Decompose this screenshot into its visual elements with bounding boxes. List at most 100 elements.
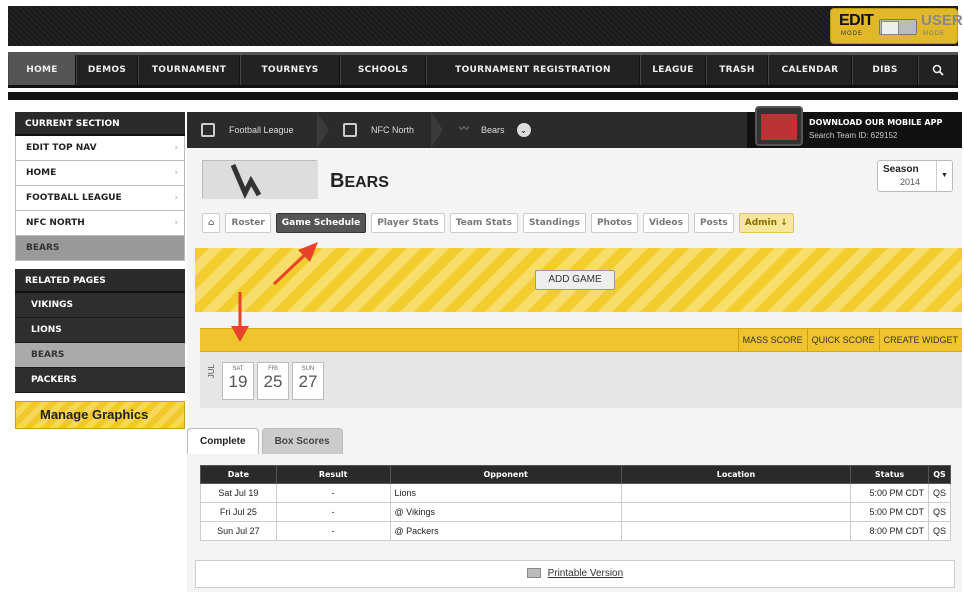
manage-graphics-button[interactable]: Manage Graphics xyxy=(15,401,185,429)
cell-opponent[interactable]: @ Packers xyxy=(389,521,622,541)
annotation-arrow-icon xyxy=(272,242,318,286)
cell-location xyxy=(620,521,852,541)
quick-score-button[interactable]: QUICK SCORE xyxy=(806,329,879,351)
cell-result: - xyxy=(275,502,391,522)
col-result[interactable]: Result xyxy=(275,465,391,484)
related-item-vikings[interactable]: VIKINGS xyxy=(15,293,185,318)
top-bar: EDIT MODE USER MODE xyxy=(8,6,963,46)
nav-shadow xyxy=(8,92,958,100)
crumb-league[interactable]: Football League xyxy=(201,112,294,148)
current-section-heading: CURRENT SECTION xyxy=(15,112,185,136)
tab-team-stats[interactable]: Team Stats xyxy=(449,213,518,233)
nav-item-schools[interactable]: SCHOOLS xyxy=(340,55,426,85)
breadcrumb: Football League NFC North 〰 Bears ⌄ DOWN… xyxy=(187,106,962,148)
nav-item-tournament-registration[interactable]: TOURNAMENT REGISTRATION xyxy=(426,55,640,85)
cell-date: Fri Jul 25 xyxy=(200,502,277,522)
tab-videos[interactable]: Videos xyxy=(642,213,689,233)
team-tabs: ⌂ Roster Game Schedule Player Stats Team… xyxy=(202,213,794,233)
cell-opponent[interactable]: @ Vikings xyxy=(389,502,622,522)
nav-item-demos[interactable]: DEMOS xyxy=(76,55,138,85)
sidebar-item-home[interactable]: HOME xyxy=(15,161,185,186)
sidebar-item-football-league[interactable]: FOOTBALL LEAGUE xyxy=(15,186,185,211)
season-select[interactable]: Season 2014 ▼ xyxy=(877,160,953,192)
chevron-down-icon: ▼ xyxy=(936,161,952,191)
date-chip[interactable]: SUN 27 xyxy=(292,362,324,400)
related-item-packers[interactable]: PACKERS xyxy=(15,368,185,393)
page-title: BEARS xyxy=(330,170,389,193)
date-strip: JUL SAT 19 FRI 25 SUN 27 xyxy=(200,352,962,408)
schedule-subtabs: Complete Box Scores xyxy=(187,428,346,454)
search-icon[interactable] xyxy=(918,55,958,85)
nav-item-home[interactable]: HOME xyxy=(8,55,76,85)
nav-item-tournament[interactable]: TOURNAMENT xyxy=(138,55,240,85)
printable-version-link[interactable]: Printable Version xyxy=(548,568,624,579)
nav-item-dibs[interactable]: DIBS xyxy=(852,55,918,85)
nav-item-league[interactable]: LEAGUE xyxy=(640,55,706,85)
col-qs[interactable]: QS xyxy=(927,465,952,484)
tab-photos[interactable]: Photos xyxy=(590,213,638,233)
create-widget-button[interactable]: CREATE WIDGET xyxy=(878,329,962,351)
crumb-division[interactable]: NFC North xyxy=(343,112,414,148)
col-date[interactable]: Date xyxy=(200,465,277,484)
page-title-rest: EARS xyxy=(344,174,389,191)
tab-home[interactable]: ⌂ xyxy=(202,213,221,233)
cell-qs[interactable]: QS xyxy=(927,502,952,522)
cell-result: - xyxy=(275,483,391,503)
col-status[interactable]: Status xyxy=(850,465,929,484)
nav-item-trash[interactable]: TRASH xyxy=(706,55,768,85)
cell-location xyxy=(620,502,852,522)
related-item-lions[interactable]: LIONS xyxy=(15,318,185,343)
tab-box-scores[interactable]: Box Scores xyxy=(261,428,343,454)
table-row[interactable]: Fri Jul 25 - @ Vikings 5:00 PM CDT QS xyxy=(200,502,952,522)
cell-date: Sun Jul 27 xyxy=(200,521,277,541)
crumb-separator xyxy=(317,112,329,148)
col-opponent[interactable]: Opponent xyxy=(389,465,622,484)
cell-status: 5:00 PM CDT xyxy=(850,483,929,503)
tab-standings[interactable]: Standings xyxy=(522,213,586,233)
tab-game-schedule[interactable]: Game Schedule xyxy=(275,213,367,233)
crumb-team[interactable]: 〰 Bears ⌄ xyxy=(459,112,531,148)
day-number: 25 xyxy=(263,372,283,391)
related-item-bears[interactable]: BEARS xyxy=(15,343,185,368)
edit-mode-toggle[interactable]: EDIT MODE USER MODE xyxy=(830,8,963,44)
tab-complete[interactable]: Complete xyxy=(187,428,259,454)
tab-roster[interactable]: Roster xyxy=(225,213,271,233)
col-location[interactable]: Location xyxy=(620,465,852,484)
shield-icon xyxy=(343,123,357,137)
sidebar-item-edit-top-nav[interactable]: EDIT TOP NAV xyxy=(15,136,185,161)
sidebar-item-bears[interactable]: BEARS xyxy=(15,236,185,261)
toggle-switch[interactable] xyxy=(879,19,917,35)
date-chip[interactable]: FRI 25 xyxy=(257,362,289,400)
cell-qs[interactable]: QS xyxy=(927,483,952,503)
cell-opponent[interactable]: Lions xyxy=(389,483,622,503)
date-chip[interactable]: SAT 19 xyxy=(222,362,254,400)
cell-qs[interactable]: QS xyxy=(927,521,952,541)
chevron-down-icon[interactable]: ⌄ xyxy=(516,123,531,137)
sidebar-item-nfc-north[interactable]: NFC NORTH xyxy=(15,211,185,236)
home-icon: ⌂ xyxy=(208,218,215,228)
page-title-initial: B xyxy=(330,170,345,192)
add-game-button[interactable]: ADD GAME xyxy=(535,270,615,290)
phone-icon xyxy=(755,106,803,146)
team-logo-icon: 〰 xyxy=(459,124,469,135)
nav-item-tourneys[interactable]: TOURNEYS xyxy=(240,55,340,85)
tab-player-stats[interactable]: Player Stats xyxy=(371,213,445,233)
content-panel: BEARS Season 2014 ▼ ⌂ Roster Game Schedu… xyxy=(187,148,962,592)
crumb-division-label: NFC North xyxy=(371,125,415,135)
cell-location xyxy=(620,483,852,503)
nav-item-calendar[interactable]: CALENDAR xyxy=(768,55,852,85)
day-number: 27 xyxy=(298,372,318,391)
tab-posts[interactable]: Posts xyxy=(693,213,734,233)
table-row[interactable]: Sat Jul 19 - Lions 5:00 PM CDT QS xyxy=(200,483,952,503)
user-sub-label: MODE xyxy=(923,31,945,37)
schedule-table: Date Result Opponent Location Status QS … xyxy=(200,465,952,541)
tab-admin[interactable]: Admin ↓ xyxy=(738,213,794,233)
printable-version-bar: Printable Version xyxy=(195,560,955,588)
schedule-action-bar: MASS SCORE QUICK SCORE CREATE WIDGET xyxy=(200,328,962,352)
sidebar: CURRENT SECTION EDIT TOP NAV HOME FOOTBA… xyxy=(15,112,185,429)
related-pages-heading: RELATED PAGES xyxy=(15,269,185,293)
mass-score-button[interactable]: MASS SCORE xyxy=(737,329,807,351)
cell-status: 8:00 PM CDT xyxy=(850,521,929,541)
mobile-app-promo[interactable]: DOWNLOAD OUR MOBILE APP Search Team ID: … xyxy=(747,106,962,148)
table-row[interactable]: Sun Jul 27 - @ Packers 8:00 PM CDT QS xyxy=(200,521,952,541)
